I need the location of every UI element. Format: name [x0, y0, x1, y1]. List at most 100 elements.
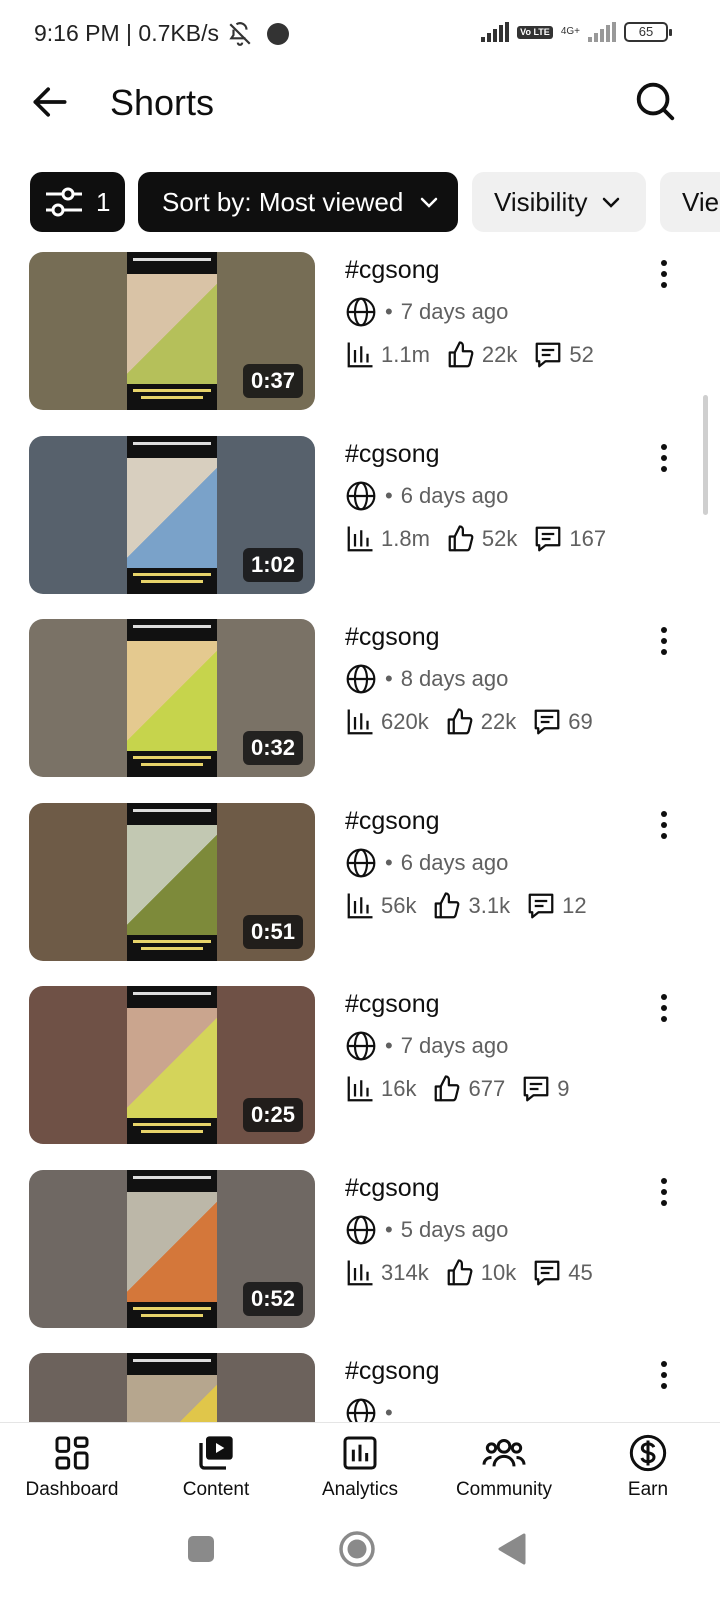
filter-chip[interactable]: 1 [30, 172, 125, 232]
scrollbar[interactable] [703, 395, 708, 515]
more-options-button[interactable] [654, 807, 674, 843]
likes-stat: 10k [445, 1258, 516, 1288]
list-item[interactable]: 0:37 #cgsong • 7 days ago 1.1m 22k 52 [0, 252, 720, 412]
likes-count: 22k [480, 709, 517, 734]
globe-icon [346, 1398, 376, 1422]
thumbnail-frame [127, 1353, 217, 1422]
thumbnail-caption-bottom-2 [141, 946, 203, 950]
more-options-button[interactable] [654, 1357, 674, 1393]
list-item[interactable]: 0:52 #cgsong • 5 days ago 314k 10k 45 [0, 1169, 720, 1330]
video-age: 6 days ago [400, 482, 509, 508]
thumbnail-caption-bottom [133, 389, 211, 392]
comments-count: 45 [568, 1259, 593, 1285]
list-item[interactable]: 0:32 #cgsong • 8 days ago 620k 22k 69 [0, 619, 720, 779]
status-right: Vo LTE 4G+ 65 [481, 22, 672, 42]
comment-icon [536, 526, 561, 551]
status-left: 9:16 PM | 0.7KB/s [34, 20, 289, 47]
list-item[interactable]: 0:25 #cgsong • 7 days ago 16k 677 9 [0, 986, 720, 1146]
video-thumbnail[interactable]: 0:52 [29, 1169, 315, 1328]
video-thumbnail[interactable] [29, 1353, 315, 1422]
back-nav-button[interactable] [496, 1532, 528, 1571]
thumbnail-caption-bottom [133, 939, 211, 943]
dot-icon [661, 821, 667, 828]
list-item[interactable]: #cgsong • [0, 1353, 720, 1422]
search-button[interactable] [632, 78, 678, 124]
views-stat: 56k [345, 891, 416, 921]
thumbnail-caption-top [127, 1359, 217, 1367]
sort-chip[interactable]: Sort by: Most viewed [138, 172, 458, 232]
thumbnail-frame [127, 986, 217, 1144]
likes-count: 677 [468, 1076, 506, 1101]
comments-stat: 167 [533, 524, 606, 554]
video-stats: 1.8m 52k 167 [345, 524, 622, 554]
views-count: 620k [381, 709, 429, 734]
dot-icon [661, 649, 667, 655]
comments-stat: 12 [526, 891, 587, 921]
thumbnail-image [127, 824, 217, 935]
more-options-button[interactable] [654, 440, 674, 476]
bar-chart-icon [347, 709, 373, 735]
video-title[interactable]: #cgsong [345, 623, 440, 652]
thumbs-up-icon [447, 708, 473, 735]
likes-stat: 22k [446, 340, 517, 370]
video-thumbnail[interactable]: 0:51 [29, 802, 315, 961]
meta-separator: • [385, 299, 393, 324]
triangle-back-icon [498, 1533, 526, 1565]
chevron-down-icon [603, 197, 620, 208]
views-chip[interactable]: Vie [660, 172, 720, 232]
more-options-button[interactable] [654, 1174, 674, 1210]
comments-stat: 52 [533, 340, 594, 370]
comment-icon [534, 709, 560, 735]
video-title[interactable]: #cgsong [345, 256, 440, 285]
video-title[interactable]: #cgsong [345, 1174, 440, 1203]
battery-indicator: 65 [624, 22, 672, 42]
dot-icon [661, 1177, 667, 1184]
home-button[interactable] [338, 1530, 376, 1573]
comments-count: 12 [562, 892, 587, 918]
video-thumbnail[interactable]: 1:02 [29, 435, 315, 594]
video-title[interactable]: #cgsong [345, 807, 440, 836]
video-title[interactable]: #cgsong [345, 990, 440, 1019]
comments-stat: 9 [521, 1074, 569, 1104]
thumbnail-frame [127, 435, 217, 594]
list-item[interactable]: 1:02 #cgsong • 6 days ago 1.8m 52k 167 [0, 435, 720, 596]
header: Shorts [0, 70, 720, 170]
more-options-button[interactable] [654, 990, 674, 1026]
notification-dot-icon [266, 22, 289, 45]
bar-chart-icon [347, 342, 373, 368]
thumbs-up-icon [448, 341, 474, 368]
video-stats: 620k 22k 69 [345, 707, 609, 737]
comments-count: 52 [569, 342, 594, 367]
nav-label: Community [455, 1479, 553, 1500]
video-meta: • 6 days ago [345, 480, 508, 512]
nav-community[interactable]: Community [434, 1433, 574, 1501]
dot-icon [661, 454, 667, 461]
more-options-button[interactable] [654, 623, 674, 659]
recents-button[interactable] [186, 1534, 216, 1569]
dot-icon [661, 1005, 667, 1011]
video-age: 6 days ago [400, 849, 509, 875]
dot-icon [661, 465, 667, 472]
nav-content[interactable]: Content [146, 1433, 286, 1501]
thumbnail-caption-bottom [133, 572, 211, 576]
thumbs-up-icon [448, 524, 474, 551]
nav-earn[interactable]: Earn [578, 1433, 718, 1501]
video-thumbnail[interactable]: 0:37 [29, 252, 315, 410]
video-stats: 1.1m 22k 52 [345, 340, 610, 370]
signal-2-icon [588, 22, 616, 42]
video-title[interactable]: #cgsong [345, 1357, 440, 1386]
nav-analytics[interactable]: Analytics [290, 1433, 430, 1501]
more-options-button[interactable] [654, 256, 674, 292]
views-stat: 1.1m [345, 340, 430, 370]
dot-icon [661, 1199, 667, 1206]
dot-icon [661, 810, 667, 817]
nav-dashboard[interactable]: Dashboard [2, 1433, 142, 1501]
meta-separator: • [385, 1033, 393, 1058]
nav-label: Content [182, 1479, 250, 1500]
visibility-chip[interactable]: Visibility [472, 172, 646, 232]
video-thumbnail[interactable]: 0:32 [29, 619, 315, 777]
list-item[interactable]: 0:51 #cgsong • 6 days ago 56k 3.1k 12 [0, 802, 720, 963]
video-title[interactable]: #cgsong [345, 440, 440, 469]
video-thumbnail[interactable]: 0:25 [29, 986, 315, 1144]
back-button[interactable] [28, 80, 72, 124]
